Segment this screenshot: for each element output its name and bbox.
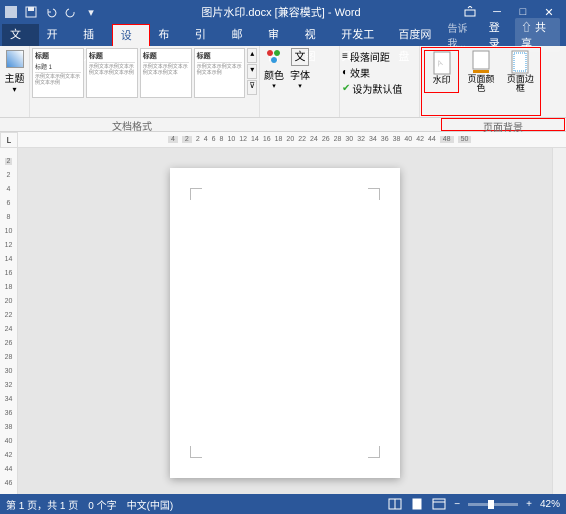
minimize-icon[interactable]: ─ (490, 6, 504, 19)
crop-mark (368, 446, 380, 458)
watermark-icon: A (432, 51, 452, 75)
maximize-icon[interactable]: □ (516, 6, 530, 19)
language-status[interactable]: 中文(中国) (127, 497, 174, 512)
effects-button[interactable]: ◐效果 (342, 64, 417, 80)
themes-icon[interactable] (6, 50, 24, 68)
page[interactable] (170, 168, 400, 478)
tell-me-input[interactable]: 告诉我... (447, 20, 482, 50)
style-gallery[interactable]: 标题标题 1示例文本示例文本示例文本示例 标题示例文本示例文本示例文本示例文本示… (30, 46, 260, 117)
ruler-corner: L (0, 132, 18, 148)
gallery-down-icon[interactable]: ▾ (247, 64, 257, 79)
word-icon (4, 5, 18, 19)
vertical-scrollbar[interactable] (552, 148, 566, 494)
tab-file[interactable]: 文件 (2, 24, 39, 46)
document-area: 2 24681012141618202224262830323436384042… (0, 148, 566, 494)
tab-layout[interactable]: 布局 (150, 24, 187, 46)
tab-insert[interactable]: 插入 (75, 24, 112, 46)
page-color-button[interactable]: 页面颜色 (463, 50, 498, 93)
save-icon[interactable] (24, 5, 38, 19)
watermark-button[interactable]: A 水印 (424, 50, 459, 93)
ribbon-tabs: 文件 开始 插入 设计 布局 引用 邮件 审阅 视图 开发工具 百度网盘 告诉我… (0, 24, 566, 46)
doc-format-label: 文档格式 (0, 118, 264, 131)
zoom-in-icon[interactable]: + (526, 499, 532, 510)
set-default-button[interactable]: ✔设为默认值 (342, 80, 417, 96)
crop-mark (368, 188, 380, 200)
close-icon[interactable]: ✕ (542, 6, 556, 19)
tab-review[interactable]: 审阅 (260, 24, 297, 46)
themes-label[interactable]: 主题 (5, 70, 25, 85)
tab-mailings[interactable]: 邮件 (223, 24, 260, 46)
zoom-slider[interactable] (468, 503, 518, 506)
crop-mark (190, 188, 202, 200)
horizontal-ruler[interactable]: 42 2468101214161820222426283032343638404… (18, 132, 566, 148)
vertical-ruler[interactable]: 2 24681012141618202224262830323436384042… (0, 148, 18, 494)
tab-devtools[interactable]: 开发工具 (333, 24, 390, 46)
gallery-more-icon[interactable]: ⊽ (247, 80, 257, 95)
redo-icon[interactable] (64, 5, 78, 19)
quick-access-toolbar: ▾ (4, 5, 98, 19)
tab-design[interactable]: 设计 (112, 24, 151, 46)
qat-more-icon[interactable]: ▾ (84, 5, 98, 19)
colors-icon (265, 48, 283, 66)
formatting-group: 颜色▾ 文 字体▾ (260, 46, 340, 117)
window-title: 图片水印.docx [兼容模式] - Word (98, 4, 464, 20)
tab-view[interactable]: 视图 (297, 24, 334, 46)
options-group: ≡段落间距 ◐效果 ✔设为默认值 (340, 46, 420, 117)
check-icon: ✔ (342, 83, 350, 94)
tab-home[interactable]: 开始 (39, 24, 76, 46)
fonts-button[interactable]: 文 字体▾ (290, 48, 310, 90)
horizontal-ruler-row: L 42 24681012141618202224262830323436384… (0, 132, 566, 148)
gallery-item[interactable]: 标题示例文本示例文本示例文本示例文本示例 (86, 48, 138, 98)
effects-icon: ◐ (342, 67, 348, 78)
gallery-item[interactable]: 标题标题 1示例文本示例文本示例文本示例 (32, 48, 84, 98)
word-count[interactable]: 0 个字 (88, 497, 116, 512)
document-canvas[interactable] (18, 148, 552, 494)
page-bg-label: 页面背景 (441, 118, 565, 131)
gallery-item[interactable]: 标题示例文本示例文本示例文本示例文本 (140, 48, 192, 98)
page-background-group: A 水印 页面颜色 页面边框 (421, 47, 541, 116)
tab-references[interactable]: 引用 (187, 24, 224, 46)
fonts-icon: 文 (291, 48, 309, 66)
paragraph-spacing-button[interactable]: ≡段落间距 (342, 48, 417, 64)
zoom-level[interactable]: 42% (540, 499, 560, 510)
themes-group: 主题 ▾ (0, 46, 30, 117)
para-spacing-icon: ≡ (342, 51, 348, 62)
page-status[interactable]: 第 1 页，共 1 页 (6, 497, 78, 512)
gallery-item[interactable]: 标题示例文本示例文本示例文本示例 (194, 48, 246, 98)
zoom-out-icon[interactable]: − (454, 499, 460, 510)
page-color-icon (471, 50, 491, 74)
ribbon: 主题 ▾ 标题标题 1示例文本示例文本示例文本示例 标题示例文本示例文本示例文本… (0, 46, 566, 118)
ribbon-group-labels: 文档格式 页面背景 (0, 118, 566, 132)
undo-icon[interactable] (44, 5, 58, 19)
page-border-icon (510, 50, 530, 74)
tab-baidu[interactable]: 百度网盘 (390, 24, 447, 46)
ribbon-options-icon[interactable] (464, 6, 478, 19)
colors-button[interactable]: 颜色▾ (264, 48, 284, 90)
window-controls: ─ □ ✕ (464, 6, 562, 19)
crop-mark (190, 446, 202, 458)
gallery-up-icon[interactable]: ▴ (247, 48, 257, 63)
page-border-button[interactable]: 页面边框 (503, 50, 538, 93)
status-bar: 第 1 页，共 1 页 0 个字 中文(中国) − + 42% (0, 494, 566, 514)
